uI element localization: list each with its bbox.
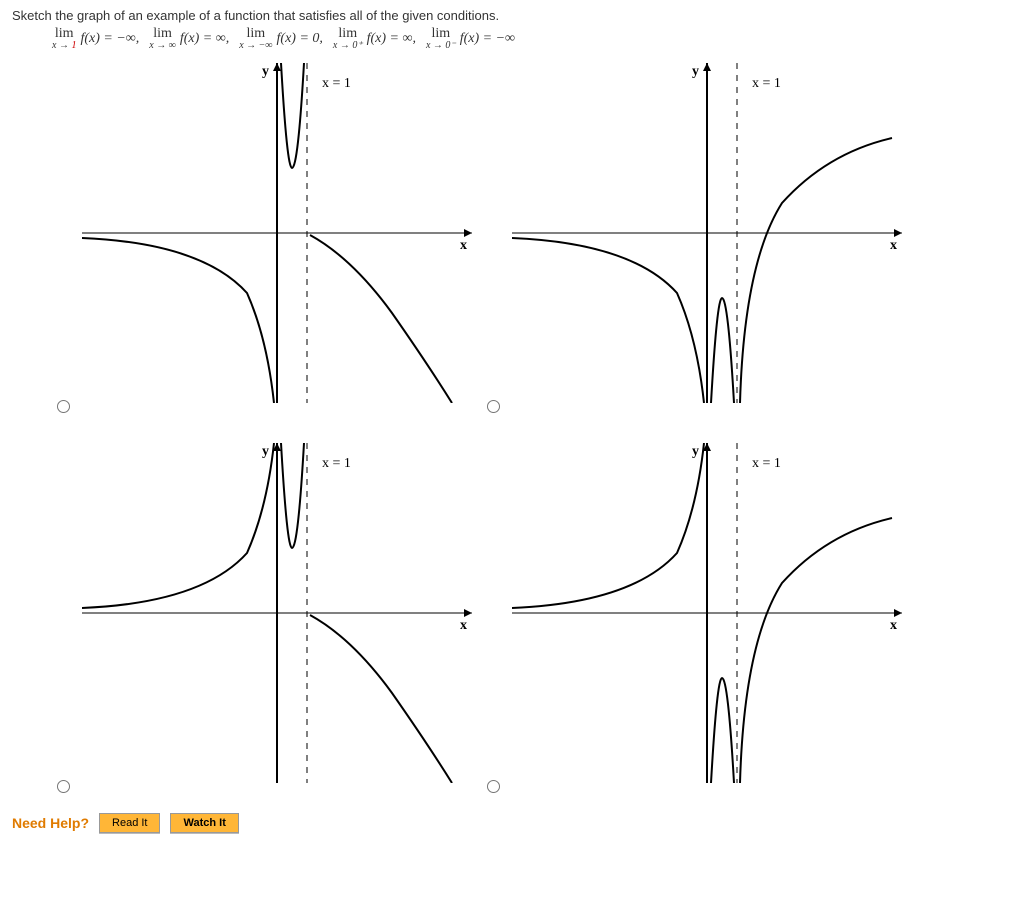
svg-text:x: x <box>890 618 897 633</box>
svg-text:y: y <box>262 444 269 459</box>
condition-3: limx → −∞ f(x) = 0, <box>239 27 323 51</box>
condition-4: limx → 0⁺ f(x) = ∞, <box>333 27 416 51</box>
question-prompt: Sketch the graph of an example of a func… <box>12 8 1012 23</box>
svg-text:x: x <box>460 618 467 633</box>
condition-5: limx → 0⁻ f(x) = −∞ <box>426 27 515 51</box>
svg-text:y: y <box>692 444 699 459</box>
choice-b-radio[interactable] <box>487 400 500 413</box>
choice-a: y x x = 1 <box>52 63 472 423</box>
choice-a-radio[interactable] <box>57 400 70 413</box>
choice-a-graph: y x x = 1 <box>82 63 472 403</box>
choice-b-graph: y x x = 1 <box>512 63 902 403</box>
svg-text:x = 1: x = 1 <box>752 456 781 471</box>
answer-choices-grid: y x x = 1 y x <box>52 63 1012 803</box>
condition-2: limx → ∞ f(x) = ∞, <box>149 27 229 51</box>
svg-text:x: x <box>890 238 897 253</box>
need-help-label: Need Help? <box>12 815 89 831</box>
y-axis-label: y <box>262 64 269 79</box>
choice-d-radio[interactable] <box>487 780 500 793</box>
read-it-button[interactable]: Read It <box>99 813 160 833</box>
choice-c-graph: y x x = 1 <box>82 443 472 783</box>
svg-text:y: y <box>692 64 699 79</box>
svg-text:x = 1: x = 1 <box>752 76 781 91</box>
asymptote-label: x = 1 <box>322 76 351 91</box>
choice-d: y x x = 1 <box>482 443 902 803</box>
need-help-row: Need Help? Read It Watch It <box>12 813 1012 833</box>
choice-c: y x x = 1 <box>52 443 472 803</box>
svg-text:x = 1: x = 1 <box>322 456 351 471</box>
condition-1: limx → 1 f(x) = −∞, <box>52 27 139 51</box>
x-axis-label: x <box>460 238 467 253</box>
limit-conditions: limx → 1 f(x) = −∞, limx → ∞ f(x) = ∞, l… <box>52 27 1012 51</box>
choice-c-radio[interactable] <box>57 780 70 793</box>
choice-b: y x x = 1 <box>482 63 902 423</box>
watch-it-button[interactable]: Watch It <box>170 813 238 833</box>
choice-d-graph: y x x = 1 <box>512 443 902 783</box>
